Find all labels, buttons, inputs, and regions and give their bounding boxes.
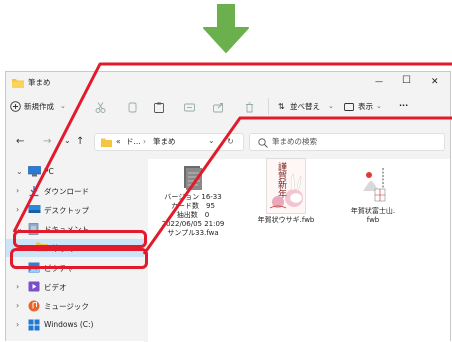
callout-lines xyxy=(12,62,452,255)
